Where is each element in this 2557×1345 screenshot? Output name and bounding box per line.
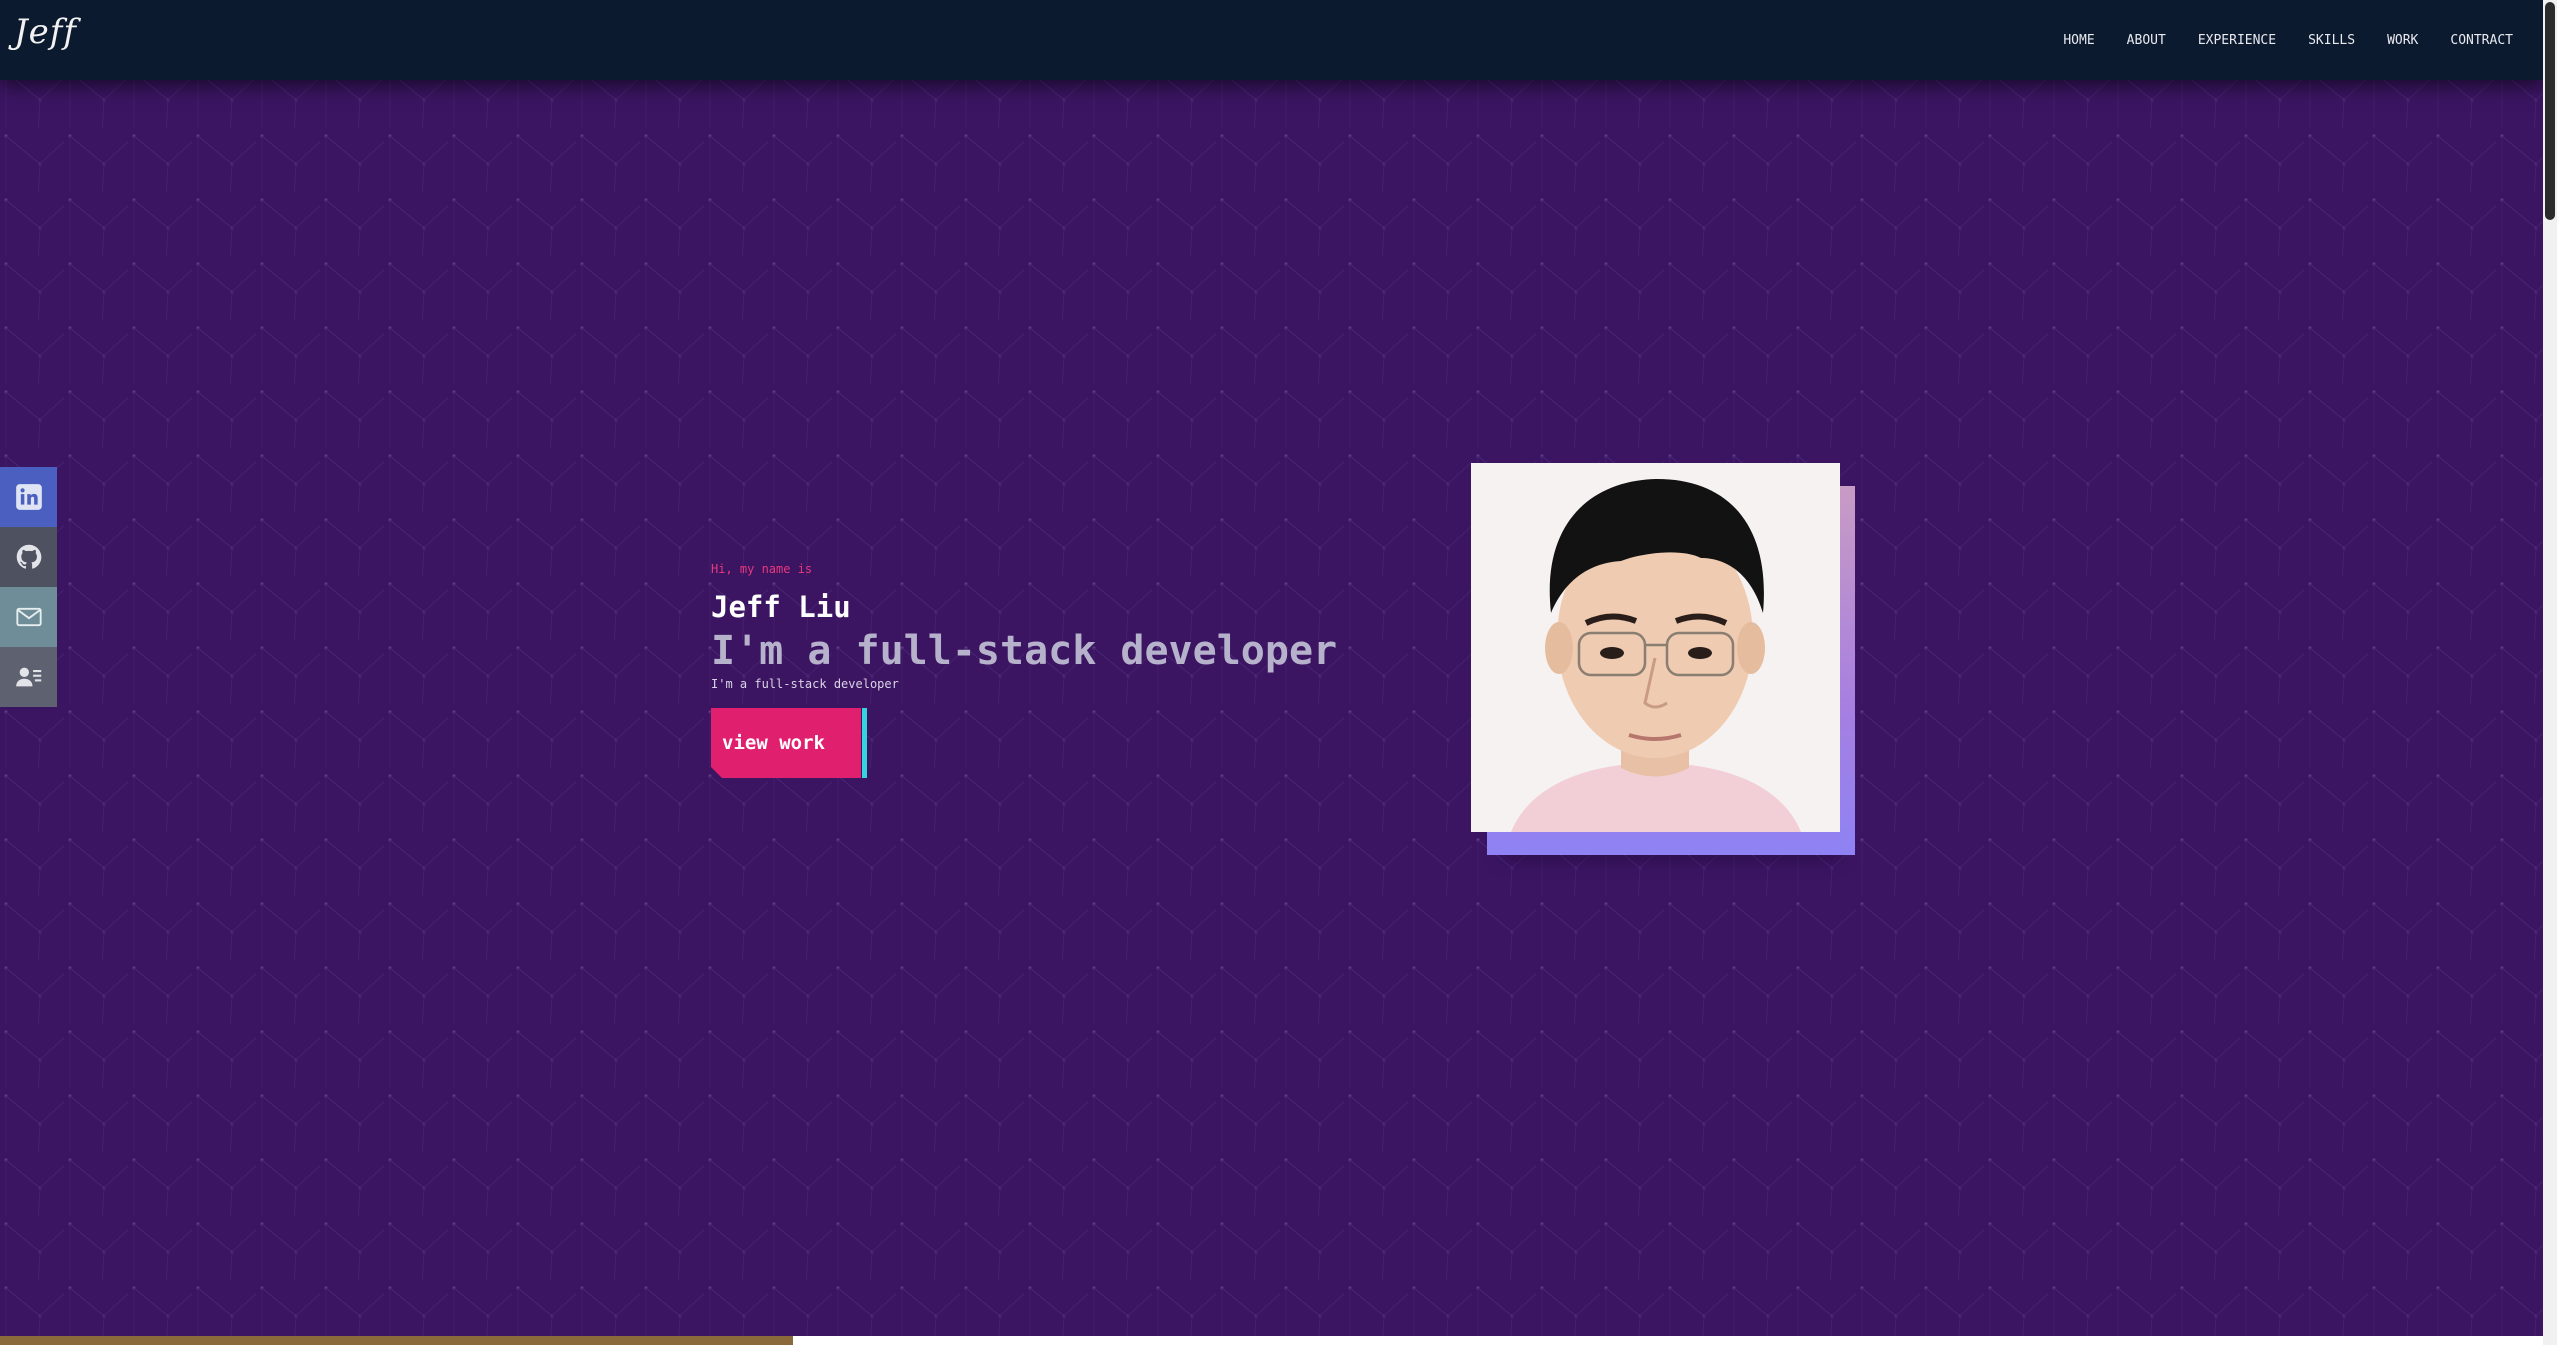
linkedin-link[interactable] [0,467,57,527]
mail-icon [15,607,42,627]
scrollbar-thumb[interactable] [2545,2,2555,220]
nav-work[interactable]: WORK [2387,33,2418,48]
hero-name: Jeff Liu [711,590,851,624]
linkedin-icon [15,484,42,510]
nav-home[interactable]: HOME [2063,33,2094,48]
portrait-frame [1471,463,1865,861]
nav-contract[interactable]: CONTRACT [2450,33,2513,48]
resume-link[interactable] [0,647,57,707]
nav-links: HOME ABOUT EXPERIENCE SKILLS WORK CONTRA… [2031,0,2513,80]
view-work-cta: view work [711,708,868,778]
bottom-strip-blank [793,1336,2543,1345]
email-link[interactable] [0,587,57,647]
page-scrollbar[interactable] [2543,0,2557,1345]
profile-photo [1471,463,1840,832]
nav-about[interactable]: ABOUT [2127,33,2166,48]
nav-experience[interactable]: EXPERIENCE [2198,33,2276,48]
site-logo[interactable]: Jeff [14,12,77,52]
github-link[interactable] [0,527,57,587]
button-accent-bar [862,708,867,778]
hero-intro: Hi, my name is Jeff Liu I'm a full-stack… [711,562,1411,691]
nav-skills[interactable]: SKILLS [2308,33,2355,48]
hero-subline: I'm a full-stack developer [711,677,899,691]
resume-icon [15,667,41,687]
profile-photo-illustration [1471,463,1840,832]
view-work-button[interactable]: view work [711,708,861,778]
hero-headline: I'm a full-stack developer [711,628,1338,674]
social-sidebar [0,467,57,707]
greeting-text: Hi, my name is [711,562,813,576]
top-navbar: Jeff HOME ABOUT EXPERIENCE SKILLS WORK C… [0,0,2543,80]
bottom-taskbar-strip [0,1336,793,1345]
github-icon [16,544,41,569]
page: Jeff HOME ABOUT EXPERIENCE SKILLS WORK C… [0,0,2557,1345]
